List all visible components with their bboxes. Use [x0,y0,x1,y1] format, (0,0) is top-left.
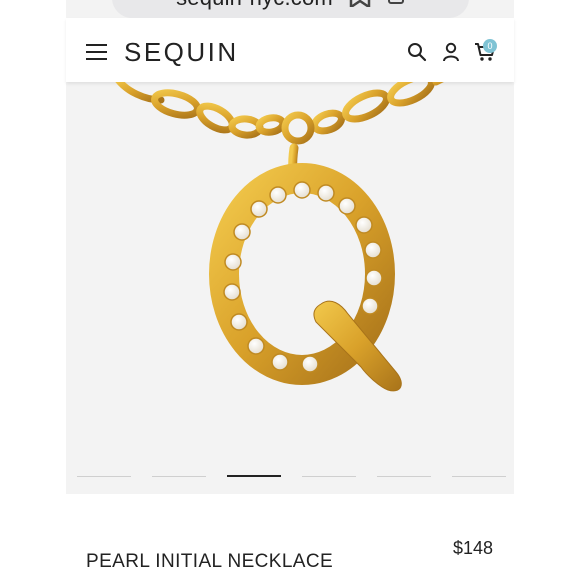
carousel-slide-5[interactable] [377,476,431,477]
carousel-slide-1[interactable] [77,476,131,477]
carousel-slide-6[interactable] [452,476,506,477]
product-price: $148 [452,538,493,558]
url-text: sequin-nyc.com [176,0,333,11]
carousel-slide-4[interactable] [302,476,356,477]
carousel-slide-3[interactable] [227,475,281,477]
site-logo[interactable]: SEQUIN [124,37,239,68]
bookmark-icon[interactable] [349,0,371,7]
product-info: PEARL INITIAL NECKLACE $148 [66,494,514,580]
site-header: SEQUIN 0 [66,18,514,82]
search-icon[interactable] [407,42,427,67]
product-title: PEARL INITIAL NECKLACE [86,551,334,572]
page-margin-right [514,0,580,580]
copy-icon[interactable] [387,0,405,5]
account-icon[interactable] [441,42,461,67]
url-bar[interactable]: sequin-nyc.com [112,0,469,18]
carousel-slide-2[interactable] [152,476,206,477]
cart-count-badge: 0 [483,39,497,53]
page-margin-left [0,0,66,580]
hamburger-icon[interactable] [86,44,107,60]
image-carousel-indicator [66,472,514,482]
product-image[interactable] [66,66,514,482]
